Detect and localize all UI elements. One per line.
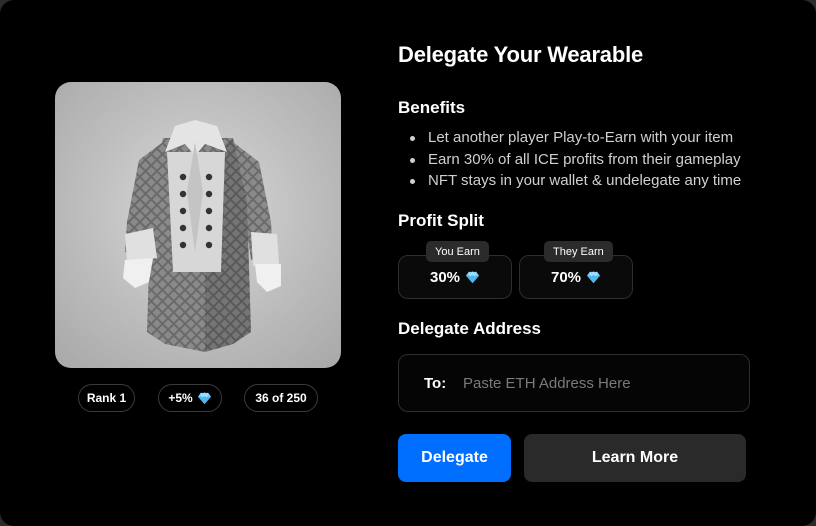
- profit-split-heading: Profit Split: [398, 211, 484, 230]
- benefits-heading: Benefits: [398, 98, 466, 117]
- diamond-gem-icon: [466, 270, 480, 283]
- bonus-label: +5%: [168, 391, 193, 405]
- benefits-list: Let another player Play-to-Earn with you…: [398, 127, 741, 192]
- edition-label: 36 of 250: [255, 391, 307, 405]
- they-earn-value: 70%: [550, 268, 582, 286]
- learn-more-button[interactable]: Learn More: [524, 434, 746, 482]
- benefit-item: Let another player Play-to-Earn with you…: [398, 127, 741, 149]
- bonus-badge: +5%: [158, 384, 222, 412]
- modal-title: Delegate Your Wearable: [398, 42, 644, 67]
- you-earn-tag: You Earn: [426, 241, 489, 262]
- they-earn-tag: They Earn: [544, 241, 613, 262]
- address-field-container: To:: [398, 354, 750, 412]
- rank-badge: Rank 1: [78, 384, 135, 412]
- diamond-gem-icon: [197, 391, 211, 404]
- rank-label: Rank 1: [86, 391, 127, 405]
- eth-address-input[interactable]: [461, 373, 725, 393]
- delegate-address-heading: Delegate Address: [398, 319, 541, 338]
- address-prefix: To:: [424, 374, 447, 392]
- wearable-image: [55, 82, 341, 368]
- delegate-modal: Rank 1 +5% 36 of 250 Delegate Your Weara…: [0, 0, 816, 526]
- coat-illustration: [123, 120, 281, 352]
- you-earn-value: 30%: [429, 268, 461, 286]
- edition-badge: 36 of 250: [244, 384, 318, 412]
- diamond-gem-icon: [587, 270, 601, 283]
- benefit-item: Earn 30% of all ICE profits from their g…: [398, 149, 741, 171]
- delegate-button[interactable]: Delegate: [398, 434, 511, 482]
- benefit-item: NFT stays in your wallet & undelegate an…: [398, 170, 741, 192]
